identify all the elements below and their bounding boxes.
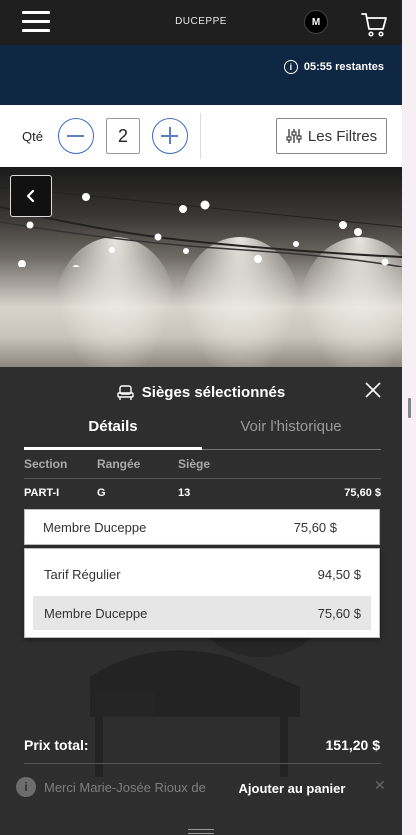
seat-row: G [97,487,106,499]
divider [200,113,201,159]
tariff-option-regular[interactable]: Tarif Régulier 94,50 $ [33,557,371,591]
tariff-dropdown: Tarif Régulier 94,50 $ Membre Duceppe 75… [24,548,380,638]
quantity-bar: Qté 2 Les Filtres [0,105,402,167]
tariff-select[interactable]: Membre Duceppe 75,60 $ [24,509,380,545]
selected-seats-panel: Sièges sélectionnés Détails Voir l'histo… [0,367,402,835]
panel-title: Sièges sélectionnés [0,384,402,401]
close-icon[interactable] [364,381,382,399]
column-header-seat: Siège [178,457,211,471]
seat-number: 13 [178,487,191,499]
panel-title-text: Sièges sélectionnés [141,384,286,401]
total-divider [24,763,381,764]
column-header-row: Rangée [97,457,141,471]
countdown-timer: i 05:55 restantes [283,60,384,74]
filters-button[interactable]: Les Filtres [276,118,387,154]
sliders-icon [286,129,302,143]
tab-history[interactable]: Voir l'historique [202,418,380,435]
decrease-quantity-button[interactable] [58,118,94,154]
increase-quantity-button[interactable] [152,118,188,154]
stage-lights-image [0,187,402,267]
timer-bar: i 05:55 restantes [0,45,402,105]
app-root: DUCEPPE M i 05:55 restantes Qté 2 Les Fi… [0,0,402,835]
add-to-cart-button[interactable]: Ajouter au panier [222,781,362,796]
option-label: Membre Duceppe [44,606,148,621]
quantity-label: Qté [22,129,43,144]
seat-section: PART-I [24,487,60,499]
option-label: Tarif Régulier [44,567,121,582]
seat-price: 75,60 $ [344,487,381,499]
tariff-select-label: Membre Duceppe [43,520,147,535]
option-price: 94,50 $ [317,567,361,582]
tab-details[interactable]: Détails [24,418,202,435]
avatar[interactable]: M [304,10,328,34]
tariff-option-member[interactable]: Membre Duceppe 75,60 $ [33,596,371,630]
drag-handle[interactable] [188,829,214,834]
seat-icon [117,384,134,400]
toast-text: Merci Marie-Josée Rioux de [44,779,206,795]
notification-toast: i Merci Marie-Josée Rioux de [16,775,216,799]
info-icon: i [16,777,36,797]
tariff-select-price: 75,60 $ [293,520,337,535]
total-value: 151,20 $ [325,737,381,753]
back-button[interactable] [10,175,52,217]
active-tab-indicator [24,447,202,450]
resize-handle[interactable] [408,398,411,418]
filters-label: Les Filtres [307,127,378,145]
header-divider [24,478,381,479]
total-label: Prix total: [24,737,89,753]
toast-close-icon[interactable]: ✕ [374,777,386,794]
column-header-section: Section [24,457,68,471]
seat-view-image [0,167,402,367]
brand-logo[interactable]: DUCEPPE [0,16,402,27]
top-bar: DUCEPPE M [0,0,402,45]
cart-icon[interactable] [360,10,388,38]
minus-icon [67,135,84,137]
info-icon: i [283,60,298,74]
option-price: 75,60 $ [317,606,361,621]
quantity-input[interactable]: 2 [106,118,140,154]
chevron-left-icon [26,189,35,203]
timer-text: 05:55 restantes [303,61,384,73]
